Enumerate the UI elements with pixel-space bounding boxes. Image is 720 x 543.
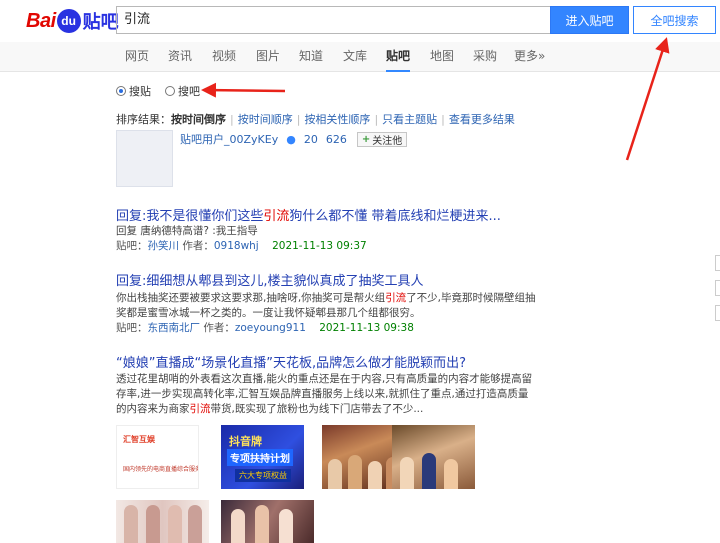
radio-checked-icon[interactable] (116, 86, 126, 96)
logo-text-bai: Bai (26, 9, 56, 32)
author-link[interactable]: 0918whj (214, 240, 259, 252)
result-snippet: 存率,进一步实现高转化率,汇智互娱品牌直播服务上线以来,就抓住了重点,通过打造高… (116, 388, 529, 400)
sidebar-edge-box[interactable] (715, 305, 720, 321)
plus-icon: + (361, 133, 371, 145)
radio-label: 搜吧 (178, 85, 200, 98)
nav-tab-map[interactable]: 地图 (430, 42, 454, 72)
baidu-tieba-logo[interactable]: Bai du 贴吧 (26, 6, 119, 36)
divider: | (296, 112, 301, 126)
user-count-following[interactable]: 20 (304, 133, 318, 146)
more-results-link[interactable]: 查看更多结果 (449, 111, 515, 127)
sort-by-time-asc-link[interactable]: 按时间顺序 (238, 111, 293, 127)
thumb-sub-text: 国内领先的电商直播综合服务平台 (123, 466, 198, 473)
nav-tab-web[interactable]: 网页 (125, 42, 149, 72)
sort-bar: 排序结果： 按时间倒序 | 按时间顺序 | 按相关性顺序 | 只看主题贴 | 查… (116, 111, 515, 127)
right-sidebar-edge (711, 100, 720, 430)
nav-tab-images[interactable]: 图片 (256, 42, 280, 72)
user-count-fans[interactable]: 626 (326, 133, 347, 146)
meta-label: 贴吧： (116, 240, 148, 252)
divider: | (374, 112, 379, 126)
search-type-radios: 搜贴 搜吧 (116, 83, 200, 99)
nav-tab-video[interactable]: 视频 (212, 42, 236, 72)
author-link[interactable]: zoeyoung911 (235, 322, 306, 334)
result-thumbnail[interactable]: 抖音牌 专项扶持计划 六大专项权益 (221, 425, 304, 489)
radio-unchecked-icon[interactable] (165, 86, 175, 96)
title-text: 狗什么都不懂 带着底线和烂梗进来... (289, 209, 501, 224)
snippet-text: 你出栈抽奖还要被要求这要求那,抽啥呀,你抽奖可是帮火组 (116, 292, 386, 304)
thumb-subheadline: 专项扶持计划 (227, 449, 293, 466)
search-all-forums-button[interactable]: 全吧搜索 (633, 6, 716, 34)
snippet-text: 带货,既实现了旅粉也为线下门店带去了不少... (210, 403, 424, 415)
result-snippet: 奖都是蜜雪冰城一杯之类的。一度让我怀疑郫县那几个组都很穷。 (116, 307, 421, 319)
follow-button[interactable]: + 关注他 (356, 131, 408, 147)
sidebar-edge-box[interactable] (715, 255, 720, 271)
result-title-link[interactable]: 回复:我不是很懂你们这些引流狗什么都不懂 带着底线和烂梗进来... (116, 205, 501, 224)
thumb-brand-text: 汇智互娱 (123, 435, 155, 444)
forum-link[interactable]: 东西南北厂 (148, 322, 201, 334)
category-nav: 网页 资讯 视频 图片 知道 文库 贴吧 地图 采购 更多» (0, 42, 720, 72)
avatar[interactable] (116, 130, 173, 187)
sort-current: 按时间倒序 (171, 113, 226, 126)
user-icon: ● (286, 132, 296, 146)
result-thumbnail[interactable] (116, 500, 209, 543)
post-time: 2021-11-13 09:38 (319, 322, 414, 334)
result-snippet: 回复 唐纳德特高谱? :我王指导 (116, 225, 258, 237)
result-thumbnail[interactable] (392, 425, 475, 489)
thumb-photo (392, 449, 475, 489)
result-meta: 贴吧：孙笑川 作者：0918whj 2021-11-13 09:37 (116, 238, 367, 253)
title-highlight: 引流 (263, 209, 290, 224)
result-meta: 贴吧：东西南北厂 作者：zoeyoung911 2021-11-13 09:38 (116, 320, 414, 335)
divider: | (441, 112, 445, 126)
follow-label: 关注他 (372, 135, 403, 147)
radio-label: 搜贴 (129, 85, 151, 98)
nav-tab-more[interactable]: 更多» (514, 42, 545, 72)
result-title-link[interactable]: 回复:细细想从郫县到这儿,楼主貌似真成了抽奖工具人 (116, 270, 424, 289)
logo-text-tieba: 贴吧 (82, 12, 119, 33)
thumb-caption: 六大专项权益 (235, 469, 291, 482)
result-thumbnail[interactable]: 汇智互娱 国内领先的电商直播综合服务平台 (116, 425, 199, 489)
meta-label: 作者： (203, 322, 235, 334)
nav-tab-news[interactable]: 资讯 (168, 42, 192, 72)
header: Bai du 贴吧 引流 进入贴吧 全吧搜索 (0, 0, 720, 42)
thumb-photo (221, 503, 314, 543)
radio-search-forums[interactable]: 搜吧 (165, 83, 200, 99)
nav-tab-tieba[interactable]: 贴吧 (386, 42, 411, 72)
snippet-text: 的内容来为商家 (116, 403, 190, 415)
result-title-link[interactable]: “娘娘”直播成“场景化直播”天花板,品牌怎么做才能脱颖而出? (116, 352, 466, 371)
user-name-link[interactable]: 贴吧用户_00ZyKEy (180, 131, 278, 147)
divider: | (230, 112, 234, 126)
search-input[interactable]: 引流 (116, 6, 550, 34)
user-info: 贴吧用户_00ZyKEy ● 20 626 + 关注他 (180, 131, 408, 147)
result-thumbnail[interactable] (221, 500, 314, 543)
nav-tab-wenku[interactable]: 文库 (343, 42, 367, 72)
nav-tab-zhidao[interactable]: 知道 (299, 42, 323, 72)
sort-by-relevance-link[interactable]: 按相关性顺序 (304, 111, 370, 127)
radio-search-posts[interactable]: 搜贴 (116, 83, 151, 99)
result-snippet: 的内容来为商家引流带货,既实现了旅粉也为线下门店带去了不少... (116, 401, 423, 416)
snippet-highlight: 引流 (385, 292, 407, 304)
meta-label: 贴吧： (116, 322, 148, 334)
thumb-photo (116, 503, 209, 543)
snippet-text: 了不少,毕竟那时候隔壁组抽 (406, 292, 536, 304)
thumb-headline: 抖音牌 (229, 435, 262, 448)
paw-icon: du (56, 9, 81, 33)
arrow-to-search-forums-radio (201, 82, 286, 98)
nav-tab-purchase[interactable]: 采购 (473, 42, 497, 72)
result-snippet: 透过花里胡哨的外表看这次直播,能火的重点还是在于内容,只有高质量的内容才能够提高… (116, 373, 533, 385)
enter-tieba-button[interactable]: 进入贴吧 (550, 6, 629, 34)
only-threads-link[interactable]: 只看主题贴 (382, 111, 437, 127)
snippet-highlight: 引流 (189, 403, 211, 415)
sort-label: 排序结果： (116, 113, 171, 126)
sidebar-edge-box[interactable] (715, 280, 720, 296)
title-text: 回复:我不是很懂你们这些 (116, 209, 264, 224)
post-time: 2021-11-13 09:37 (272, 240, 367, 252)
meta-label: 作者： (182, 240, 214, 252)
forum-link[interactable]: 孙笑川 (148, 240, 180, 252)
result-snippet: 你出栈抽奖还要被要求这要求那,抽啥呀,你抽奖可是帮火组引流了不少,毕竟那时候隔壁… (116, 290, 536, 305)
